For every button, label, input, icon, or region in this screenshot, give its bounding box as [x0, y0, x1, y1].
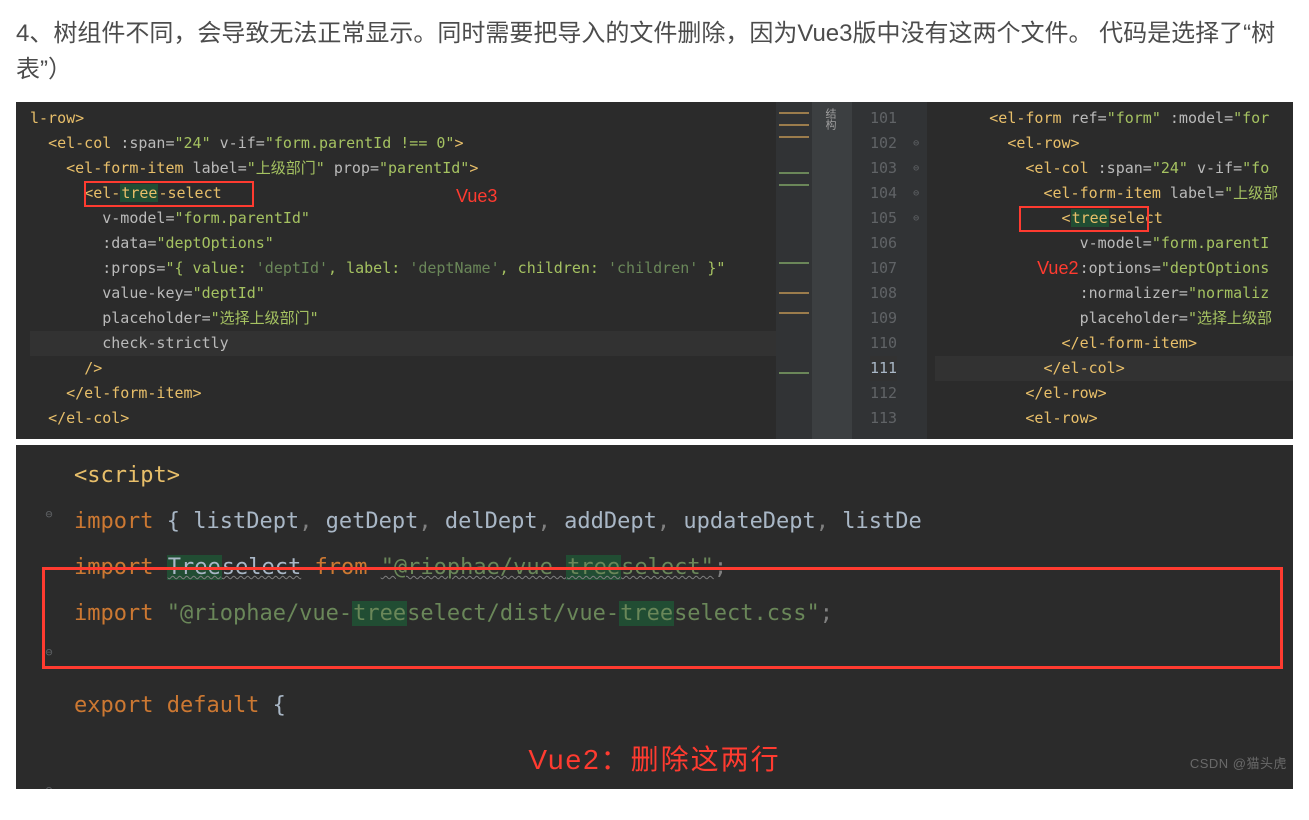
- fold-gutter[interactable]: ⊖⊖⊖⊖: [905, 102, 927, 439]
- minimap[interactable]: [776, 102, 812, 439]
- line-number: 108: [870, 281, 897, 306]
- vue2-code-pane: 101 102 103 104 105 106 107 108 109 110 …: [852, 102, 1293, 439]
- line-number: 112: [870, 381, 897, 406]
- line-number: 106: [870, 231, 897, 256]
- vue3-code: l-row> <el-col :span="24" v-if="form.par…: [16, 106, 776, 431]
- tool-gutter: 结构: [812, 102, 852, 439]
- structure-icon[interactable]: 结构: [822, 108, 838, 130]
- line-number: 101: [870, 106, 897, 131]
- script-code: <script> import { listDept, getDept, del…: [16, 453, 1293, 729]
- line-number: 102: [870, 131, 897, 156]
- line-number: 103: [870, 156, 897, 181]
- vue3-label: Vue3: [456, 184, 497, 209]
- line-number: 110: [870, 331, 897, 356]
- script-code-pane: ⊖⊖⊖ <script> import { listDept, getDept,…: [16, 445, 1293, 789]
- vue3-code-pane: l-row> <el-col :span="24" v-if="form.par…: [16, 102, 776, 439]
- section-heading: 4、树组件不同，会导致无法正常显示。同时需要把导入的文件删除，因为Vue3版中没…: [16, 16, 1293, 88]
- line-number: 109: [870, 306, 897, 331]
- line-number: 113: [870, 406, 897, 431]
- code-comparison-row: l-row> <el-col :span="24" v-if="form.par…: [16, 102, 1293, 439]
- line-number-gutter: 101 102 103 104 105 106 107 108 109 110 …: [852, 102, 905, 439]
- line-number: 104: [870, 181, 897, 206]
- line-number: 107: [870, 256, 897, 281]
- line-number: 105: [870, 206, 897, 231]
- line-number-current: 111: [870, 356, 897, 381]
- delete-lines-label: Vue2：删除这两行: [528, 737, 780, 783]
- watermark: CSDN @猫头虎: [1190, 741, 1287, 787]
- vue2-label: Vue2: [1037, 256, 1078, 281]
- vue2-code: <el-form ref="form" :model="for <el-row>…: [927, 102, 1293, 431]
- fold-gutter-2[interactable]: ⊖⊖⊖: [34, 445, 64, 789]
